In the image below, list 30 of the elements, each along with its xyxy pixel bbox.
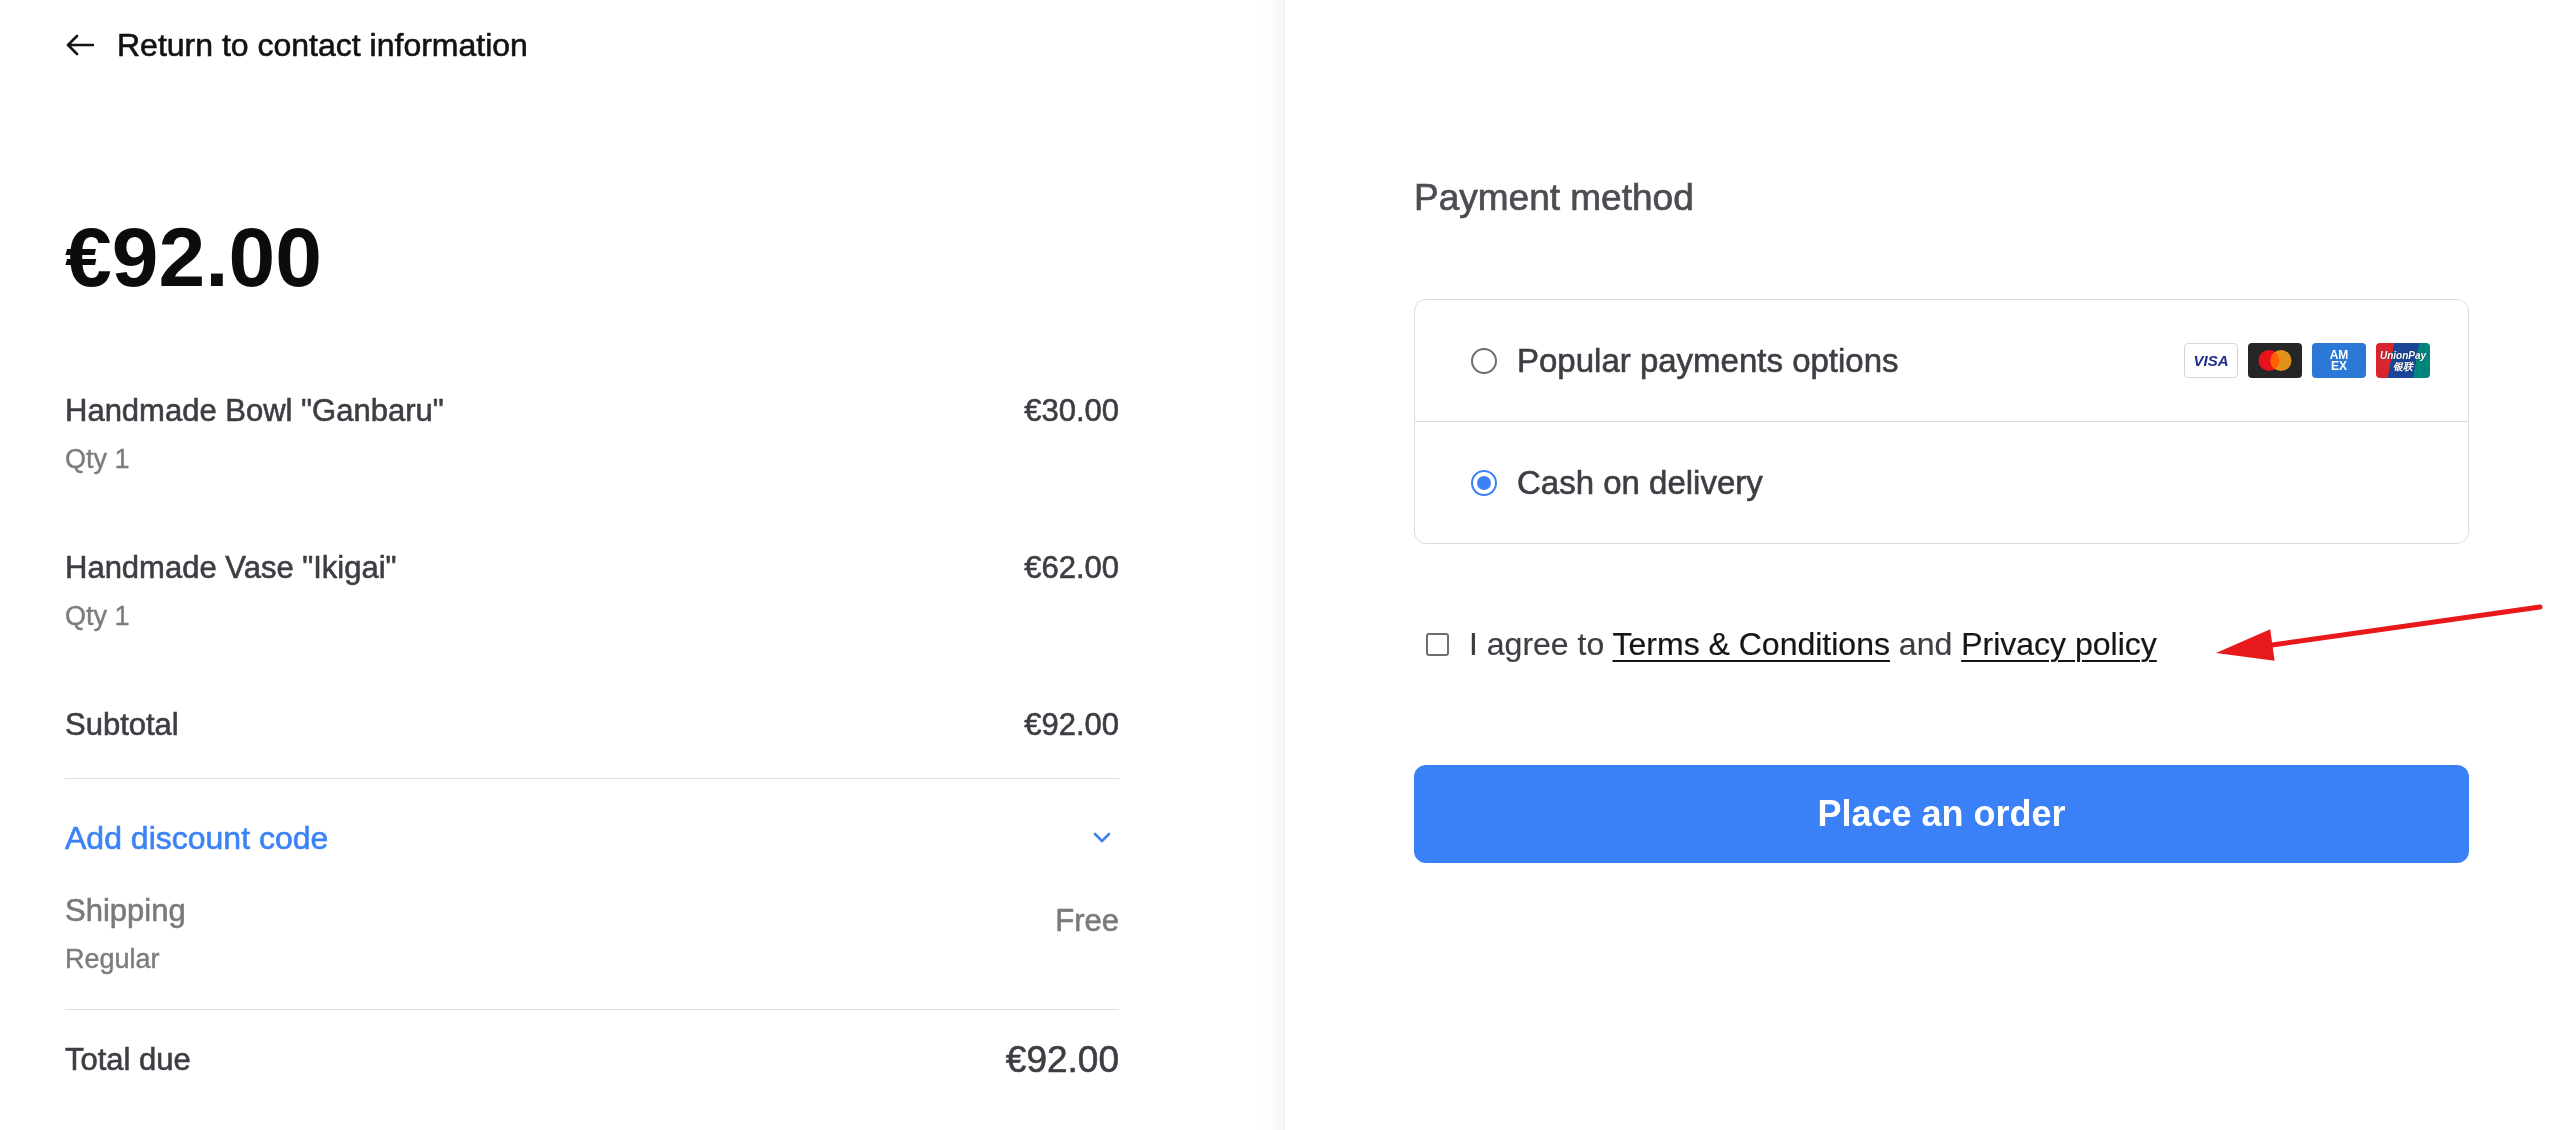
card-logo: VISA <box>2184 343 2238 378</box>
radio-button[interactable] <box>1471 347 1497 374</box>
shipping-method: Regular <box>65 943 160 975</box>
total-label: Total due <box>65 1041 191 1079</box>
payment-option-label[interactable]: Popular payments options <box>1517 340 2164 381</box>
card-logo-icon <box>2248 343 2302 378</box>
privacy-link[interactable]: Privacy policy <box>1961 626 2157 662</box>
item-price: €62.00 <box>1024 549 1119 587</box>
order-total-amount: €92.00 <box>65 209 322 306</box>
radio-button[interactable] <box>1471 469 1497 496</box>
subtotal-label: Subtotal <box>65 706 179 744</box>
item-name: Handmade Vase "Ikigai" <box>65 549 397 587</box>
agree-checkbox[interactable] <box>1426 632 1449 656</box>
shipping-label: Shipping <box>65 892 186 930</box>
back-link[interactable]: Return to contact information <box>65 25 528 65</box>
item-price: €30.00 <box>1024 392 1119 430</box>
card-logo: AM EX <box>2312 343 2366 378</box>
item-quantity: Qty 1 <box>65 600 130 632</box>
agreement-text: I agree to Terms & Conditions and Privacy policy <box>1469 625 2157 664</box>
payment-method-heading: Payment method <box>1414 176 1694 220</box>
total-value: €92.00 <box>1005 1040 1119 1080</box>
place-order-button[interactable]: Place an order <box>1414 765 2469 863</box>
terms-link[interactable]: Terms & Conditions <box>1612 626 1890 662</box>
discount-toggle[interactable]: Add discount code <box>65 818 1119 858</box>
payment-option-label[interactable]: Cash on delivery <box>1517 462 2430 503</box>
shipping-price: Free <box>1055 902 1119 940</box>
item-name: Handmade Bowl "Ganbaru" <box>65 392 444 430</box>
subtotal-value: €92.00 <box>1024 706 1119 744</box>
arrow-left-icon <box>65 33 94 57</box>
item-quantity: Qty 1 <box>65 443 130 475</box>
